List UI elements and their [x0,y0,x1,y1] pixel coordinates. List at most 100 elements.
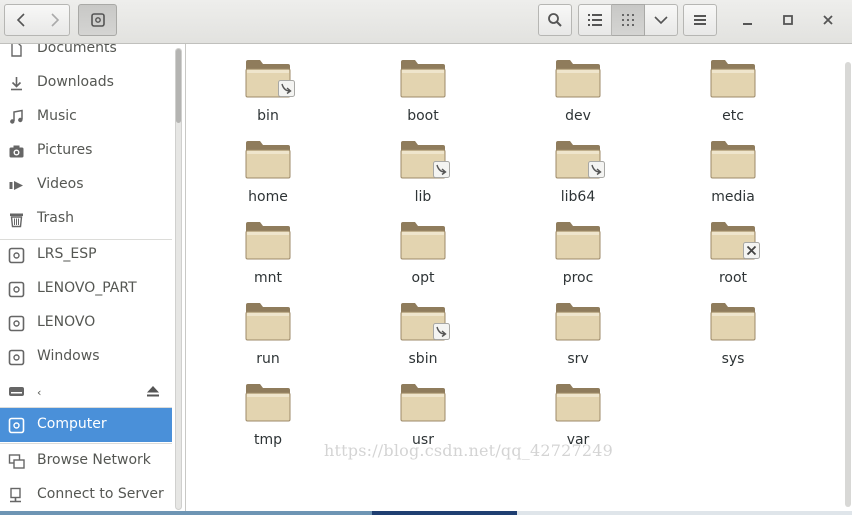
chevron-left-icon [16,13,25,27]
folder-name: sbin [408,351,438,367]
symlink-emblem-icon [588,161,605,178]
sidebar-scrollbar-thumb[interactable] [176,49,181,123]
sidebar-item-computer[interactable]: Computer [0,408,172,442]
sidebar-item-videos[interactable]: Videos [0,168,172,202]
folder-name: sys [721,351,745,367]
folder-item[interactable]: usr [363,372,483,450]
folder-icon [710,141,756,179]
sidebar-item-lenovo-part[interactable]: LENOVO_PART [0,272,172,306]
sidebar-item-label: Documents [37,44,117,56]
folder-item[interactable]: boot [363,48,483,126]
folder-icon [555,60,601,98]
drive-icon [8,281,25,298]
sidebar-item-pictures[interactable]: Pictures [0,134,172,168]
folder-icon [245,384,291,422]
sidebar-item-label: Music [37,108,77,124]
forward-button[interactable] [38,4,70,36]
menu-button[interactable] [683,4,717,36]
hamburger-menu-icon [694,15,706,25]
folder-item[interactable]: etc [673,48,793,126]
folder-item[interactable]: sbin [363,291,483,369]
folder-item[interactable]: lib [363,129,483,207]
video-icon [9,181,23,190]
folder-icon [400,384,446,422]
folder-item[interactable]: root [673,210,793,288]
grid-view-button[interactable] [612,4,645,36]
symlink-emblem-icon [433,323,450,340]
download-icon [11,77,22,91]
folder-item[interactable]: tmp [208,372,328,450]
sidebar-item-label: Pictures [37,142,93,158]
back-button[interactable] [4,4,39,36]
sidebar-item-label: Videos [37,176,84,192]
drive-icon [8,247,25,264]
maximize-button[interactable] [774,6,802,34]
folder-item[interactable]: media [673,129,793,207]
folder-item[interactable]: bin [208,48,328,126]
folder-item[interactable]: home [208,129,328,207]
folder-icon [710,60,756,98]
folder-name: run [256,351,280,367]
close-button[interactable] [814,6,842,34]
server-icon [10,487,21,503]
eject-icon[interactable] [146,384,160,398]
folder-name: boot [407,108,439,124]
chevron-right-icon [50,13,59,27]
sidebar-item-label: Computer [37,416,107,432]
music-icon [10,109,23,124]
list-view-button[interactable] [578,4,612,36]
sidebar-item-windows[interactable]: Windows [0,340,172,374]
sidebar-item-label: LRS_ESP [37,246,97,262]
places-sidebar: Documents Downloads Music Pictures Video… [0,44,186,515]
sidebar-item-browse-network[interactable]: Browse Network [0,444,172,478]
sidebar-item-mounted-disk[interactable]: ‹ [0,374,172,408]
folder-item[interactable]: opt [363,210,483,288]
sidebar-item-label: Trash [37,210,74,226]
folder-icon [245,141,291,179]
taskbar-strip [0,511,852,515]
folder-icon [400,222,446,260]
search-button[interactable] [538,4,572,36]
grid-view-icon [622,14,634,26]
minimize-icon [743,23,752,25]
sidebar-item-downloads[interactable]: Downloads [0,66,172,100]
folder-item[interactable]: proc [518,210,638,288]
search-icon [548,13,562,27]
trash-icon [10,213,23,228]
view-options-button[interactable] [645,4,678,36]
folder-icon [710,303,756,341]
computer-icon [8,417,25,434]
folder-item[interactable]: var [518,372,638,450]
location-computer-button[interactable] [78,4,117,36]
network-icon [8,454,25,469]
document-icon [11,44,22,57]
sidebar-item-music[interactable]: Music [0,100,172,134]
minimize-button[interactable] [734,6,762,34]
sidebar-scrollbar[interactable] [175,48,182,510]
maximize-icon [783,15,793,25]
folder-name: tmp [253,432,282,448]
chevron-down-icon [654,16,668,25]
folder-name: bin [257,108,279,124]
folder-name: opt [411,270,435,286]
folder-name: home [248,189,288,205]
file-grid-scrollbar[interactable] [845,62,851,507]
folder-item[interactable]: lib64 [518,129,638,207]
folder-item[interactable]: run [208,291,328,369]
sidebar-item-documents[interactable]: Documents [0,44,172,66]
no-access-emblem-icon [743,242,760,259]
folder-name: etc [722,108,744,124]
sidebar-item-trash[interactable]: Trash [0,202,172,236]
sidebar-item-lenovo[interactable]: LENOVO [0,306,172,340]
sidebar-item-connect-to-server[interactable]: Connect to Server [0,478,172,512]
folder-item[interactable]: sys [673,291,793,369]
folder-name: lib64 [560,189,596,205]
folder-icon [400,60,446,98]
sidebar-item-lrs-esp[interactable]: LRS_ESP [0,238,172,272]
folder-item[interactable]: mnt [208,210,328,288]
header-bar [0,0,852,44]
folder-name: root [718,270,748,286]
folder-item[interactable]: srv [518,291,638,369]
watermark-text: https://blog.csdn.net/qq_42727249 [324,441,614,460]
folder-item[interactable]: dev [518,48,638,126]
